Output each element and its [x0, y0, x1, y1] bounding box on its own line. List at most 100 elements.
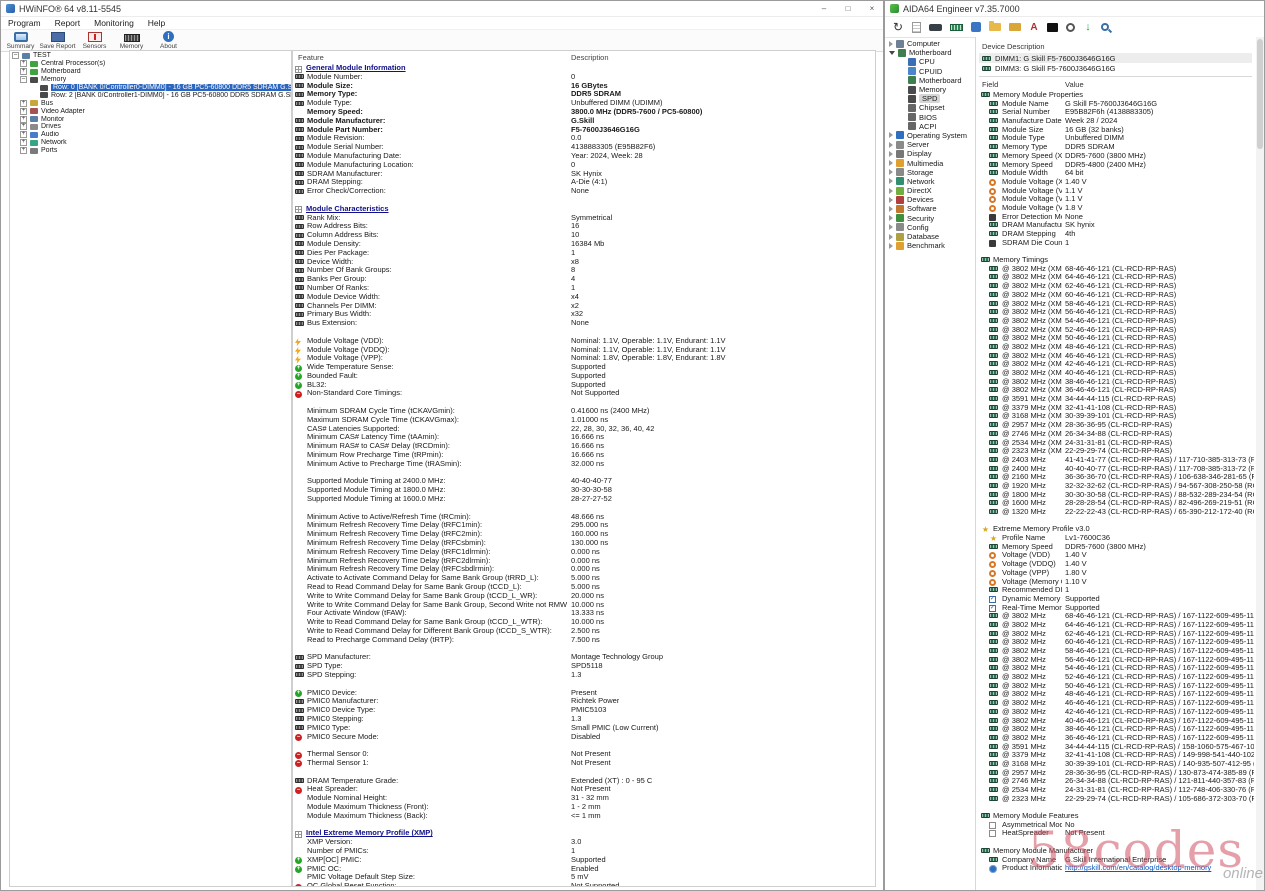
tree-item-central-processor-s[interactable]: +Central Processor(s) [10, 60, 291, 68]
row-timing-14[interactable]: @ 3802 MHz (XMP)36-46-46-121 (CL-RCD-RP-… [979, 386, 1254, 395]
row-module-width[interactable]: Module Width64 bit [979, 169, 1254, 178]
sidebar-item-devices[interactable]: Devices [887, 195, 974, 204]
tree-item-network[interactable]: +Network [10, 139, 291, 147]
section-memory-timings[interactable]: Memory Timings [979, 256, 1254, 265]
sidebar-item-computer[interactable]: Computer [887, 39, 974, 48]
row-timing-8[interactable]: @ 3802 MHz (XMP)50-46-46-121 (CL-RCD-RP-… [979, 334, 1254, 343]
sidebar-item-motherboard[interactable]: Motherboard [887, 76, 974, 85]
row-timing-4[interactable]: @ 3802 MHz (XMP)58-46-46-121 (CL-RCD-RP-… [979, 300, 1254, 309]
row-thermal-sensor-0[interactable]: –Thermal Sensor 0:Not Present [293, 750, 875, 759]
toolbar-bsod-icon[interactable] [1047, 23, 1058, 32]
value-column-header[interactable]: Value [1065, 80, 1084, 89]
tree-expand-icon[interactable]: + [20, 68, 27, 75]
field-column-header[interactable]: Field [982, 80, 998, 89]
menu-report[interactable]: Report [55, 18, 81, 28]
row-device-width[interactable]: Device Width:x8 [293, 258, 875, 267]
toolbar-folder-icon[interactable] [989, 23, 1001, 31]
row-module-type[interactable]: Module Type:Unbuffered DIMM (UDIMM) [293, 99, 875, 108]
sidebar-item-cpuid[interactable]: CPUID [887, 67, 974, 76]
sidebar-item-network[interactable]: Network [887, 177, 974, 186]
row-memory-speed[interactable]: Memory Speed:3800.0 MHz (DDR5-7600 / PC5… [293, 108, 875, 117]
row-timing-12[interactable]: @ 3802 MHz (XMP)40-46-46-121 (CL-RCD-RP-… [979, 369, 1254, 378]
row-timing-32[interactable]: @ 3802 MHz60-46-46-121 (CL-RCD-RP-RAS) /… [979, 638, 1254, 647]
row-voltage-vddq[interactable]: Voltage (VDDQ)1.40 V [979, 560, 1254, 569]
close-button[interactable]: × [866, 4, 878, 13]
row-timing-27[interactable]: @ 1600 MHz28-28-28-54 (CL-RCD-RP-RAS) / … [979, 499, 1254, 508]
row-oc-global-reset-function[interactable]: –OC Global Reset Function:Not Supported [293, 882, 875, 887]
vertical-scrollbar[interactable] [1256, 37, 1264, 890]
row-error-detection-method[interactable]: Error Detection MethodNone [979, 213, 1254, 222]
toolbar-clock-icon[interactable] [1066, 23, 1075, 32]
menu-help[interactable]: Help [148, 18, 165, 28]
toolbar-memory-button[interactable]: Memory [115, 30, 148, 51]
row-four-activate-window-tfaw[interactable]: Four Activate Window (tFAW):13.333 ns [293, 609, 875, 618]
row-pmic0-stepping[interactable]: PMIC0 Stepping:1.3 [293, 715, 875, 724]
row-minimum-ras-to-cas-delay-trcdmin[interactable]: Minimum RAS# to CAS# Delay (tRCDmin):16.… [293, 442, 875, 451]
row-timing-47[interactable]: @ 2957 MHz28-36-36-95 (CL-RCD-RP-RAS) / … [979, 769, 1254, 778]
row-timing-29[interactable]: @ 3802 MHz68-46-46-121 (CL-RCD-RP-RAS) /… [979, 612, 1254, 621]
row-minimum-refresh-recovery-time-delay-trfcsb[interactable]: Minimum Refresh Recovery Time Delay (tRF… [293, 565, 875, 574]
row-number-of-ranks[interactable]: Number Of Ranks:1 [293, 284, 875, 293]
row-timing-11[interactable]: @ 3802 MHz (XMP)42-46-46-121 (CL-RCD-RP-… [979, 360, 1254, 369]
row-module-name[interactable]: Module NameG Skill F5-7600J3646G16G [979, 100, 1254, 109]
row-timing-40[interactable]: @ 3802 MHz42-46-46-121 (CL-RCD-RP-RAS) /… [979, 708, 1254, 717]
row-sdram-die-count[interactable]: SDRAM Die Count1 [979, 239, 1254, 248]
tree-expand-icon[interactable]: + [20, 147, 27, 154]
tree-expand-icon[interactable]: + [20, 108, 27, 115]
row-number-of-bank-groups[interactable]: Number Of Bank Groups:8 [293, 266, 875, 275]
sidebar-item-config[interactable]: Config [887, 223, 974, 232]
row-column-address-bits[interactable]: Column Address Bits:10 [293, 231, 875, 240]
tree-item-test[interactable]: –TEST [10, 52, 291, 60]
row-spd-type[interactable]: SPD Type:SPD5118 [293, 662, 875, 671]
row-error-check-correction[interactable]: Error Check/Correction:None [293, 187, 875, 196]
maximize-button[interactable]: □ [842, 4, 854, 13]
row-asymmetrical-module[interactable]: Asymmetrical ModuleNo [979, 821, 1254, 830]
section-memory-module-properties[interactable]: Memory Module Properties [979, 91, 1254, 100]
row-timing-16[interactable]: @ 3379 MHz (XMP)32-41-41-108 (CL-RCD-RP-… [979, 404, 1254, 413]
row-module-voltage-vdd[interactable]: Module Voltage (VDD)1.1 V [979, 187, 1254, 196]
toolbar-report-icon[interactable] [912, 22, 921, 33]
row-supported-module-timing-at-1800-0-mhz[interactable]: Supported Module Timing at 1800.0 MHz:30… [293, 486, 875, 495]
row-write-to-read-command-delay-for-different-[interactable]: Write to Read Command Delay for Differen… [293, 627, 875, 636]
toolbar-sensors-button[interactable]: Sensors [78, 30, 111, 51]
sidebar-item-storage[interactable]: Storage [887, 168, 974, 177]
toolbar-video-card-icon[interactable] [929, 24, 942, 31]
row-timing-25[interactable]: @ 1920 MHz32-32-32-62 (CL-RCD-RP-RAS) / … [979, 482, 1254, 491]
tree-collapse-icon[interactable]: – [12, 52, 19, 59]
tree-item-memory[interactable]: –Memory [10, 76, 291, 84]
toolbar-search-icon[interactable] [1101, 23, 1109, 31]
tree-expand-icon[interactable]: + [20, 116, 27, 123]
sidebar-item-memory[interactable]: Memory [887, 85, 974, 94]
toolbar-memory-icon[interactable] [950, 24, 963, 31]
tree-item-monitor[interactable]: +Monitor [10, 115, 291, 123]
row-minimum-refresh-recovery-time-delay-trfc2d[interactable]: Minimum Refresh Recovery Time Delay (tRF… [293, 557, 875, 566]
row-timing-22[interactable]: @ 2403 MHz41-41-41-77 (CL-RCD-RP-RAS) / … [979, 456, 1254, 465]
row-timing-9[interactable]: @ 3802 MHz (XMP)48-46-46-121 (CL-RCD-RP-… [979, 343, 1254, 352]
row-spd-stepping[interactable]: SPD Stepping:1.3 [293, 671, 875, 680]
row-read-to-read-command-delay-for-same-bank-g[interactable]: Read to Read Command Delay for Same Bank… [293, 583, 875, 592]
row-bus-extension[interactable]: Bus Extension:None [293, 319, 875, 328]
row-timing-18[interactable]: @ 2957 MHz (XMP)28-36-36-95 (CL-RCD-RP-R… [979, 421, 1254, 430]
row-supported-module-timing-at-1600-0-mhz[interactable]: Supported Module Timing at 1600.0 MHz:28… [293, 495, 875, 504]
row-timing-33[interactable]: @ 3802 MHz58-46-46-121 (CL-RCD-RP-RAS) /… [979, 647, 1254, 656]
row-timing-24[interactable]: @ 2160 MHz36-36-36-70 (CL-RCD-RP-RAS) / … [979, 473, 1254, 482]
row-module-voltage-vddq[interactable]: Module Voltage (VDDQ):Nominal: 1.1V, Ope… [293, 346, 875, 355]
row-timing-38[interactable]: @ 3802 MHz48-46-46-121 (CL-RCD-RP-RAS) /… [979, 690, 1254, 699]
row-minimum-sdram-cycle-time-tckavgmin[interactable]: Minimum SDRAM Cycle Time (tCKAVGmin):0.4… [293, 407, 875, 416]
toolbar-refresh-icon[interactable]: ↻ [892, 21, 904, 33]
row-module-size[interactable]: Module Size16 GB (32 banks) [979, 126, 1254, 135]
row-xmp-oc-pmic[interactable]: +XMP[OC] PMIC:Supported [293, 856, 875, 865]
row-memory-type[interactable]: Memory TypeDDR5 SDRAM [979, 143, 1254, 152]
row-dram-temperature-grade[interactable]: DRAM Temperature Grade:Extended (XT) : 0… [293, 777, 875, 786]
row-pmic0-device[interactable]: +PMIC0 Device:Present [293, 689, 875, 698]
toolbar-folder-up-icon[interactable] [1009, 23, 1021, 31]
row-module-manufacturing-location[interactable]: Module Manufacturing Location:0 [293, 161, 875, 170]
section-intel-extreme-memory-profile-xmp[interactable]: Intel Extreme Memory Profile (XMP) [293, 829, 875, 838]
row-dies-per-package[interactable]: Dies Per Package:1 [293, 249, 875, 258]
row-real-time-memory-frequen[interactable]: ✓Real-Time Memory Frequen...Supported [979, 604, 1254, 613]
row-module-nominal-height[interactable]: Module Nominal Height:31 - 32 mm [293, 794, 875, 803]
row-voltage-vpp[interactable]: Voltage (VPP)1.80 V [979, 569, 1254, 578]
row-timing-13[interactable]: @ 3802 MHz (XMP)38-46-46-121 (CL-RCD-RP-… [979, 378, 1254, 387]
row-timing-10[interactable]: @ 3802 MHz (XMP)46-46-46-121 (CL-RCD-RP-… [979, 352, 1254, 361]
row-minimum-refresh-recovery-time-delay-trfc2m[interactable]: Minimum Refresh Recovery Time Delay (tRF… [293, 530, 875, 539]
